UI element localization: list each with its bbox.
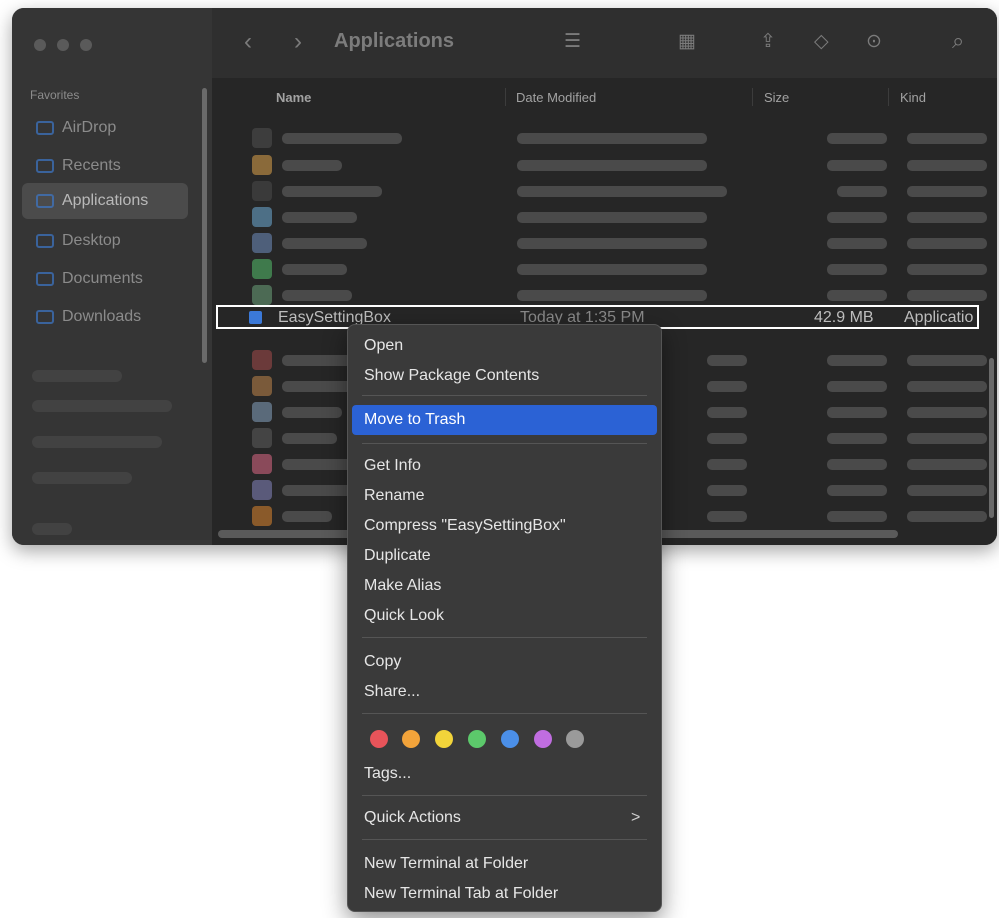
- file-size: 42.9 MB: [814, 309, 874, 326]
- menu-separator: [362, 443, 647, 444]
- airdrop-icon: [36, 121, 54, 135]
- sidebar-item-downloads[interactable]: Downloads: [22, 299, 188, 335]
- app-icon: [252, 428, 272, 448]
- menu-item-make-alias[interactable]: Make Alias: [364, 577, 441, 595]
- minimize-button[interactable]: [57, 39, 69, 51]
- table-row[interactable]: [252, 181, 992, 201]
- document-icon: [36, 272, 54, 286]
- table-row[interactable]: [252, 128, 992, 148]
- table-row[interactable]: [252, 207, 992, 227]
- column-divider: [752, 88, 753, 106]
- forward-button[interactable]: ›: [294, 28, 302, 56]
- column-divider: [505, 88, 506, 106]
- menu-item-compress[interactable]: Compress "EasySettingBox": [364, 517, 566, 535]
- clock-icon: [36, 159, 54, 173]
- sidebar-scrollbar[interactable]: [202, 88, 207, 363]
- menu-item-show-package-contents[interactable]: Show Package Contents: [364, 367, 539, 385]
- applications-icon: [36, 194, 54, 208]
- tag-yellow[interactable]: [435, 730, 453, 748]
- window-controls: [34, 39, 92, 51]
- tag-blue[interactable]: [501, 730, 519, 748]
- chevron-right-icon: >: [631, 809, 641, 826]
- app-icon: [252, 402, 272, 422]
- tag-green[interactable]: [468, 730, 486, 748]
- column-size[interactable]: Size: [764, 90, 789, 105]
- table-row[interactable]: [252, 259, 992, 279]
- sidebar-item-desktop[interactable]: Desktop: [22, 223, 188, 259]
- table-row[interactable]: [252, 233, 992, 253]
- menu-item-open[interactable]: Open: [364, 337, 403, 355]
- menu-separator: [362, 795, 647, 796]
- vertical-scrollbar[interactable]: [989, 358, 994, 518]
- menu-item-duplicate[interactable]: Duplicate: [364, 547, 431, 565]
- app-icon: [252, 506, 272, 526]
- menu-item-get-info[interactable]: Get Info: [364, 457, 421, 475]
- menu-item-new-terminal[interactable]: New Terminal at Folder: [364, 855, 528, 873]
- sidebar-blurred-item: [32, 436, 162, 448]
- toolbar: ‹ › Applications ☰ ▦ ⇪ ◇ ⊙ ⌕: [212, 8, 997, 78]
- share-icon[interactable]: ⇪: [760, 30, 776, 53]
- tag-gray[interactable]: [566, 730, 584, 748]
- sidebar-blurred-item: [32, 523, 72, 535]
- sidebar-blurred-item: [32, 370, 122, 382]
- menu-item-copy[interactable]: Copy: [364, 653, 401, 671]
- column-kind[interactable]: Kind: [900, 90, 926, 105]
- app-icon: [252, 285, 272, 305]
- close-button[interactable]: [34, 39, 46, 51]
- app-icon: [252, 233, 272, 253]
- search-icon[interactable]: ⌕: [952, 28, 964, 54]
- more-options-icon[interactable]: ⊙: [866, 30, 882, 53]
- context-menu: Open Show Package Contents Move to Trash…: [347, 324, 662, 912]
- menu-item-move-to-trash[interactable]: Move to Trash: [364, 411, 465, 429]
- menu-item-new-terminal-tab[interactable]: New Terminal Tab at Folder: [364, 885, 558, 903]
- sidebar-blurred-item: [32, 472, 132, 484]
- download-icon: [36, 310, 54, 324]
- menu-item-rename[interactable]: Rename: [364, 487, 424, 505]
- desktop-icon: [36, 234, 54, 248]
- app-icon: [252, 181, 272, 201]
- back-button[interactable]: ‹: [244, 28, 252, 56]
- sidebar-item-documents[interactable]: Documents: [22, 261, 188, 297]
- menu-item-share[interactable]: Share...: [364, 683, 420, 701]
- column-divider: [888, 88, 889, 106]
- column-header: Name Date Modified Size Kind: [212, 80, 997, 114]
- app-icon: [252, 454, 272, 474]
- menu-separator: [362, 713, 647, 714]
- grid-view-icon[interactable]: ▦: [678, 30, 696, 53]
- tag-icon[interactable]: ◇: [814, 30, 829, 53]
- table-row[interactable]: [252, 155, 992, 175]
- app-icon: [249, 311, 262, 324]
- tag-red[interactable]: [370, 730, 388, 748]
- app-icon: [252, 480, 272, 500]
- sidebar-section-favorites: Favorites: [30, 88, 80, 102]
- sidebar-item-airdrop[interactable]: AirDrop: [22, 110, 188, 146]
- sidebar-item-recents[interactable]: Recents: [22, 148, 188, 184]
- sidebar-blurred-item: [32, 400, 172, 412]
- menu-item-quick-look[interactable]: Quick Look: [364, 607, 444, 625]
- app-icon: [252, 350, 272, 370]
- zoom-button[interactable]: [80, 39, 92, 51]
- menu-separator: [362, 839, 647, 840]
- list-view-icon[interactable]: ☰: [564, 30, 581, 53]
- sidebar-item-applications[interactable]: Applications: [22, 183, 188, 219]
- app-icon: [252, 376, 272, 396]
- column-name[interactable]: Name: [276, 90, 311, 105]
- app-icon: [252, 259, 272, 279]
- menu-separator: [362, 637, 647, 638]
- tag-orange[interactable]: [402, 730, 420, 748]
- sidebar: Favorites AirDrop Recents Applications D…: [12, 8, 212, 545]
- menu-item-tags[interactable]: Tags...: [364, 765, 411, 783]
- tag-purple[interactable]: [534, 730, 552, 748]
- menu-separator: [362, 395, 647, 396]
- menu-item-quick-actions[interactable]: Quick Actions: [364, 809, 461, 827]
- app-icon: [252, 128, 272, 148]
- window-title: Applications: [334, 30, 455, 52]
- table-row[interactable]: [252, 285, 992, 305]
- column-date-modified[interactable]: Date Modified: [516, 90, 596, 105]
- file-kind: Applicatio: [904, 309, 974, 326]
- app-icon: [252, 207, 272, 227]
- app-icon: [252, 155, 272, 175]
